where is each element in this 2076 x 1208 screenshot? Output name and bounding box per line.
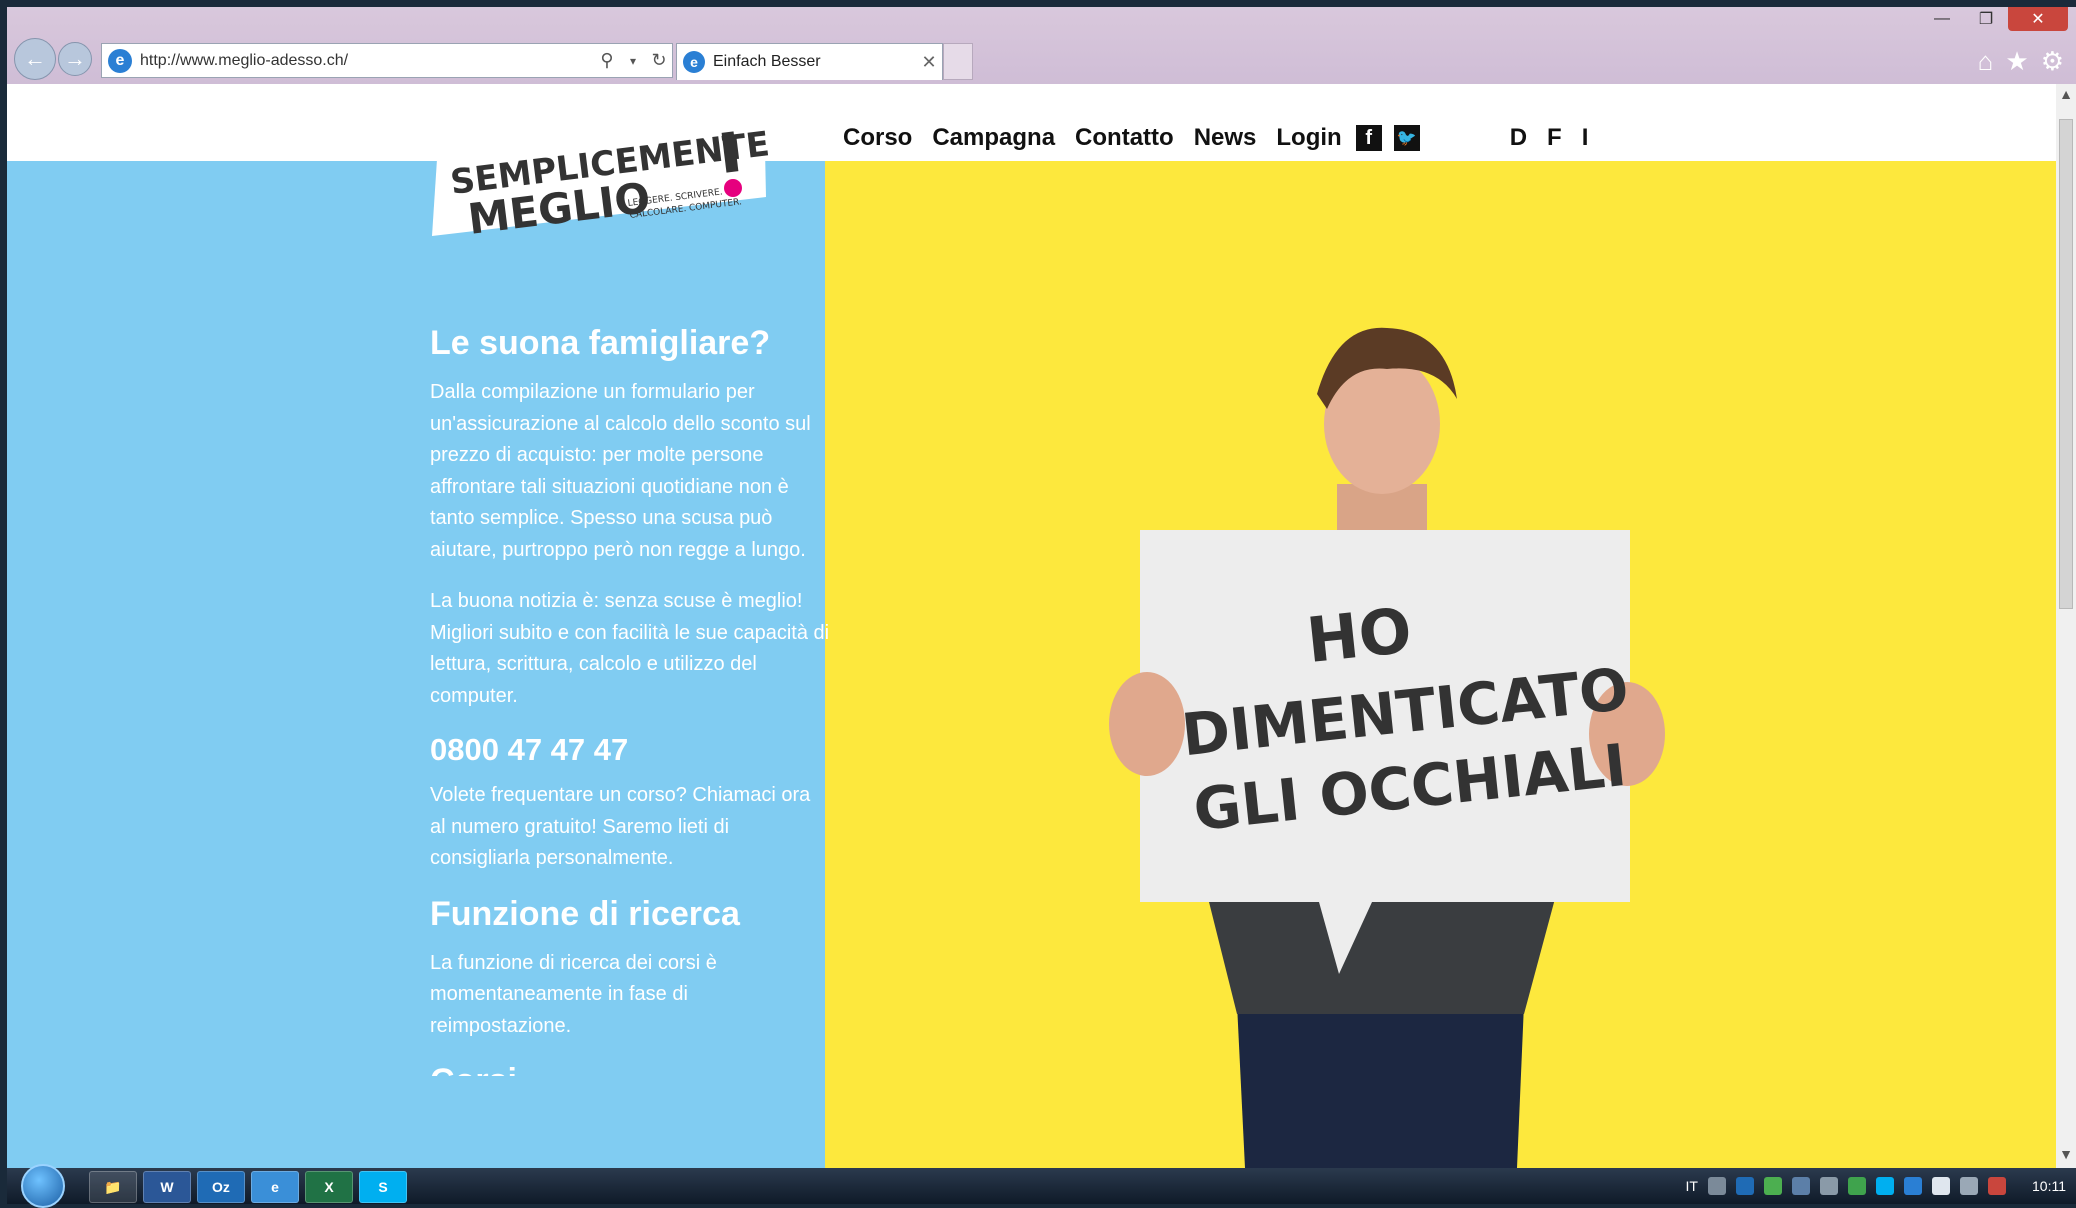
logo-dot — [724, 179, 742, 197]
para-ricerca: La funzione di ricerca dei corsi è momen… — [430, 951, 717, 1037]
volume-muted-icon[interactable] — [1988, 1177, 2006, 1195]
ie-tab-icon: e — [683, 51, 705, 73]
para-call: Volete frequentare un corso? Chiamaci or… — [430, 784, 811, 870]
bluetooth-icon[interactable] — [1792, 1177, 1810, 1195]
minimize-icon[interactable]: — — [1920, 7, 1964, 31]
address-url[interactable]: http://www.meglio-adesso.ch/ — [140, 52, 594, 70]
taskbar-outlook-icon[interactable]: Oz — [197, 1171, 245, 1203]
restore-icon[interactable]: ❐ — [1964, 7, 2008, 31]
taskbar-excel-icon[interactable]: X — [305, 1171, 353, 1203]
start-button[interactable] — [21, 1164, 65, 1208]
sign-line1: HO — [1303, 594, 1415, 678]
para-good-news: La buona notizia è: senza scuse è meglio… — [430, 590, 830, 707]
toolbar-icons: ⌂ ★ ⚙ — [1978, 46, 2064, 77]
scroll-up-icon[interactable]: ▲ — [2056, 86, 2076, 106]
sync-icon[interactable] — [1764, 1177, 1782, 1195]
keyboard-icon[interactable] — [1708, 1177, 1726, 1195]
ie-page-icon: e — [108, 48, 132, 73]
clock[interactable]: 10:11 — [2032, 1178, 2066, 1194]
network-icon[interactable] — [1820, 1177, 1838, 1195]
close-icon[interactable]: ✕ — [2008, 7, 2068, 31]
dropdown-icon[interactable]: ▾ — [620, 54, 646, 68]
signal-icon[interactable] — [1960, 1177, 1978, 1195]
phone-number[interactable]: 0800 47 47 47 — [430, 732, 830, 768]
search-icon[interactable]: ⚲ — [594, 50, 620, 71]
gear-icon[interactable]: ⚙ — [2041, 46, 2064, 77]
address-bar[interactable]: e http://www.meglio-adesso.ch/ ⚲ ▾ ↻ — [101, 43, 673, 78]
nav-login[interactable]: Login — [1276, 124, 1341, 152]
home-icon[interactable]: ⌂ — [1978, 46, 1994, 77]
lang-f[interactable]: F — [1547, 124, 1562, 152]
display-icon[interactable] — [1904, 1177, 1922, 1195]
windows-taskbar: 📁 W Oz e X S IT 10:11 — [7, 1164, 2076, 1208]
new-tab-button[interactable] — [943, 43, 973, 80]
lang-i[interactable]: I — [1582, 124, 1589, 152]
scroll-down-icon[interactable]: ▼ — [2056, 1146, 2076, 1166]
taskbar-ie-icon[interactable]: e — [251, 1171, 299, 1203]
back-button[interactable]: ← — [14, 38, 56, 80]
heading-suona: Le suona famigliare? — [430, 324, 771, 362]
nav-corso[interactable]: Corso — [843, 124, 912, 152]
vertical-scrollbar[interactable]: ▲ ▼ — [2056, 84, 2076, 1168]
heading-corsi-partial: Corsi — [430, 1062, 830, 1076]
main-nav: Corso Campagna Contatto News Login f 🐦 D… — [843, 124, 1588, 152]
outlook-tray-icon[interactable] — [1736, 1177, 1754, 1195]
forward-button[interactable]: → — [58, 42, 92, 76]
tab-close-icon[interactable]: ✕ — [916, 52, 942, 73]
web-page: SEMPLICEMENTE MEGLIO LEGGERE. SCRIVERE. … — [7, 84, 2056, 1168]
nav-contatto[interactable]: Contatto — [1075, 124, 1174, 152]
nav-news[interactable]: News — [1194, 124, 1257, 152]
refresh-icon[interactable]: ↻ — [646, 50, 672, 71]
taskbar-skype-icon[interactable]: S — [359, 1171, 407, 1203]
para-intro: Dalla compilazione un formulario per un'… — [430, 381, 811, 561]
twitter-icon[interactable]: 🐦 — [1393, 125, 1420, 151]
lang-d[interactable]: D — [1510, 124, 1527, 152]
tab-title: Einfach Besser — [713, 53, 821, 70]
taskbar-word-icon[interactable]: W — [143, 1171, 191, 1203]
sidebar-content: Le suona famigliare? Dalla compilazione … — [430, 324, 830, 1076]
update-icon[interactable] — [1848, 1177, 1866, 1195]
system-tray: IT 10:11 — [1686, 1168, 2066, 1204]
battery-icon[interactable] — [1932, 1177, 1950, 1195]
heading-ricerca: Funzione di ricerca — [430, 894, 740, 933]
window-controls: — ❐ ✕ — [1920, 7, 2068, 33]
tray-language[interactable]: IT — [1686, 1178, 1698, 1194]
favorites-star-icon[interactable]: ★ — [2005, 46, 2028, 77]
nav-campagna[interactable]: Campagna — [932, 124, 1055, 152]
skype-tray-icon[interactable] — [1876, 1177, 1894, 1195]
hero-photo: HO DIMENTICATO GLI OCCHIALI — [1109, 327, 1665, 1168]
facebook-icon[interactable]: f — [1355, 125, 1382, 151]
site-logo[interactable]: SEMPLICEMENTE MEGLIO LEGGERE. SCRIVERE. … — [430, 102, 770, 236]
taskbar-explorer-icon[interactable]: 📁 — [89, 1171, 137, 1203]
scrollbar-thumb[interactable] — [2059, 119, 2073, 609]
browser-tab[interactable]: e Einfach Besser ✕ — [676, 43, 943, 80]
language-switch: D F I — [1510, 124, 1589, 152]
